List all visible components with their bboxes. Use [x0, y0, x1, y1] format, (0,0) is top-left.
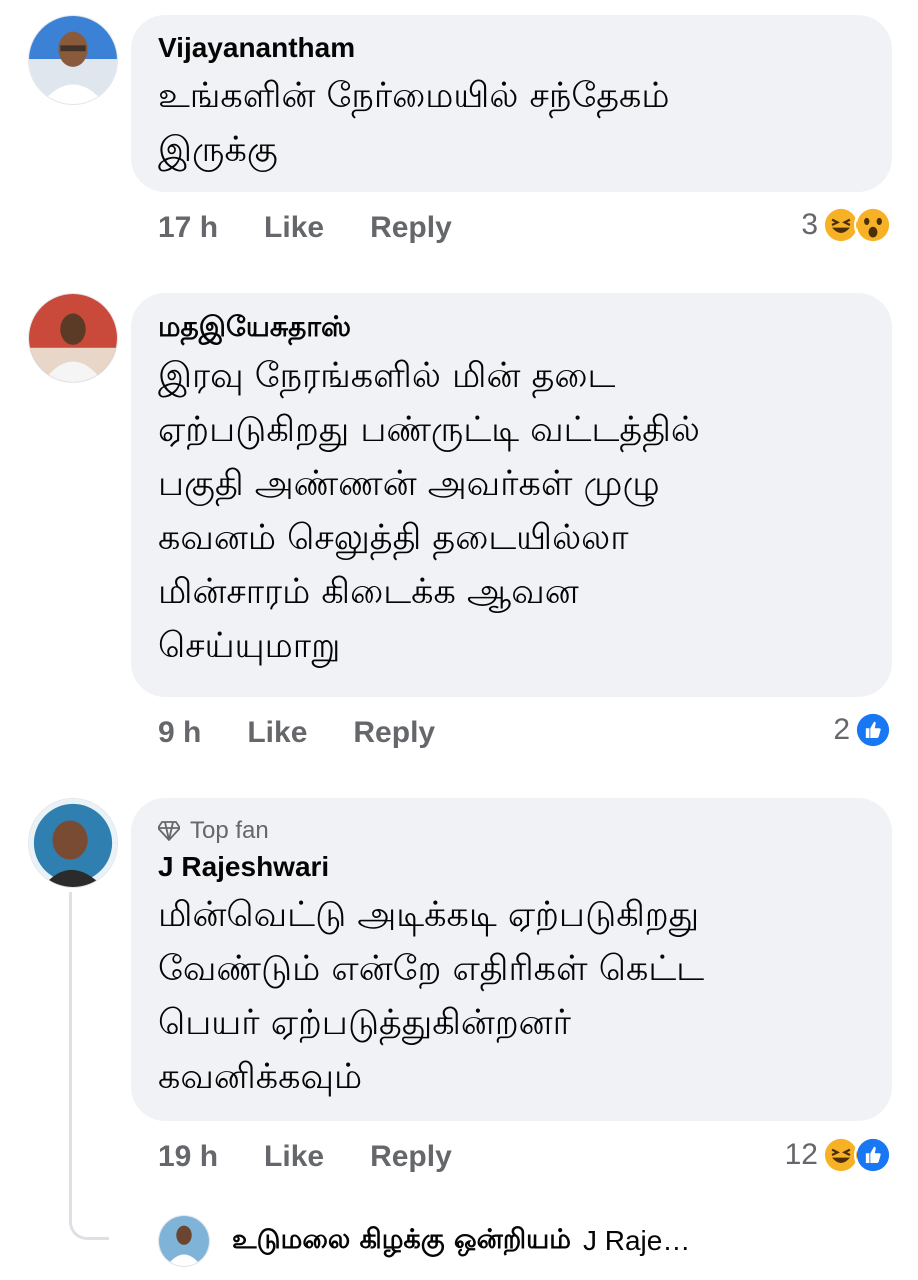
comment-author[interactable]: J Rajeshwari — [158, 850, 866, 884]
like-button[interactable]: Like — [247, 716, 307, 750]
reaction-count: 3 — [801, 208, 818, 241]
comment-time[interactable]: 19 h — [158, 1140, 218, 1174]
reaction-summary[interactable]: 2 — [833, 708, 892, 752]
top-fan-label: Top fan — [190, 817, 269, 844]
comment-text: உங்களின் நேர்மையில் சந்தேகம் இருக்கு — [158, 76, 670, 170]
comment-author[interactable]: மதஇயேசுதாஸ் — [158, 309, 866, 345]
avatar[interactable] — [28, 15, 118, 105]
comment-actions: 19 h Like Reply — [158, 1135, 452, 1179]
reply-button[interactable]: Reply — [370, 1140, 452, 1174]
comment-actions: 17 h Like Reply — [158, 206, 452, 250]
avatar[interactable] — [28, 293, 118, 383]
comment-bubble: Vijayanantham உங்களின் நேர்மையில் சந்தேக… — [131, 15, 892, 192]
comment-time[interactable]: 9 h — [158, 716, 201, 750]
reaction-count: 2 — [833, 713, 850, 746]
reply-author[interactable]: உடுமலை கிழக்கு ஒன்றியம் — [232, 1224, 571, 1259]
comment-bubble: மதஇயேசுதாஸ் இரவு நேரங்களில் மின் தடை ஏற்… — [131, 293, 892, 697]
wow-icon — [854, 206, 892, 244]
reaction-count: 12 — [784, 1138, 818, 1171]
avatar[interactable] — [28, 798, 118, 888]
reply-thread-line — [69, 892, 109, 1240]
like-button[interactable]: Like — [264, 211, 324, 245]
like-icon — [854, 1136, 892, 1174]
comment-bubble: Top fan J Rajeshwari மின்வெட்டு அடிக்கடி… — [131, 798, 892, 1121]
reply-preview-text: J Raje… — [582, 1225, 691, 1256]
diamond-icon — [158, 821, 180, 841]
comment-text: மின்வெட்டு அடிக்கடி ஏற்படுகிறது வேண்டும்… — [158, 895, 705, 1097]
comment-actions: 9 h Like Reply — [158, 711, 435, 755]
like-icon — [854, 711, 892, 749]
reaction-summary[interactable]: 3 — [801, 203, 892, 247]
top-fan-badge: Top fan — [158, 816, 866, 846]
comment-text: இரவு நேரங்களில் மின் தடை ஏற்படுகிறது பண்… — [158, 356, 700, 666]
reply-avatar[interactable] — [158, 1215, 210, 1267]
comment-time[interactable]: 17 h — [158, 211, 218, 245]
reply-button[interactable]: Reply — [370, 211, 452, 245]
reply-preview[interactable]: உடுமலை கிழக்கு ஒன்றியம் J Raje… — [158, 1214, 898, 1268]
comment-author[interactable]: Vijayanantham — [158, 31, 866, 65]
reaction-summary[interactable]: 12 — [785, 1133, 892, 1177]
reply-button[interactable]: Reply — [353, 716, 435, 750]
like-button[interactable]: Like — [264, 1140, 324, 1174]
